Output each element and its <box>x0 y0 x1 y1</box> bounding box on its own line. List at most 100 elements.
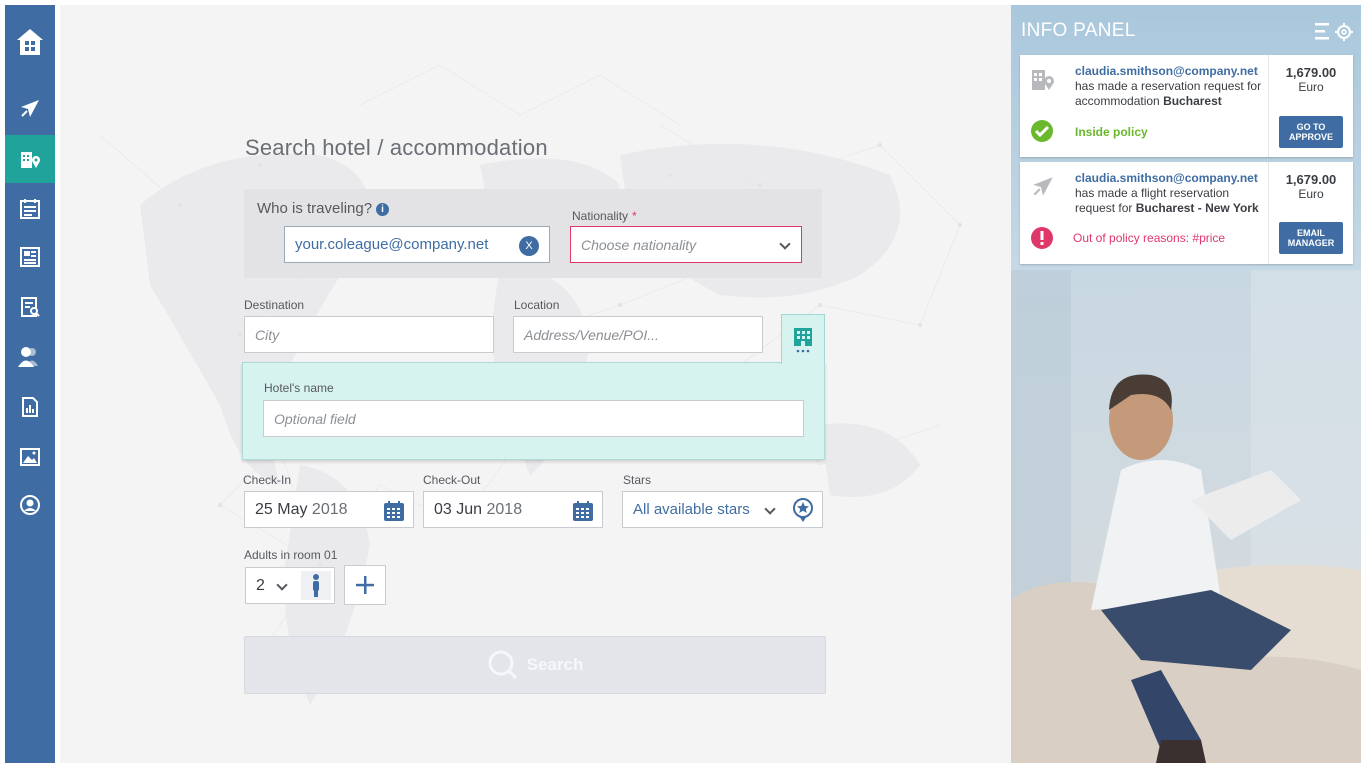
email-manager-button[interactable]: EMAIL MANAGER <box>1279 222 1343 254</box>
nav-calendar[interactable] <box>5 187 55 231</box>
home-icon <box>17 29 43 55</box>
stars-value: All available stars <box>633 501 750 518</box>
destination-label: Destination <box>244 298 305 312</box>
who-traveling-text: Who is traveling? <box>257 200 373 217</box>
clear-traveler-button[interactable]: X <box>519 236 539 256</box>
nav-analytics[interactable] <box>5 385 55 429</box>
checkout-date-value: 03 Jun 2018 <box>434 501 522 519</box>
calendar-list-icon <box>20 199 40 219</box>
nav-users[interactable] <box>5 335 55 379</box>
main-content: Search hotel / accommodation Who is trav… <box>60 5 1011 763</box>
chevron-down-icon <box>276 579 288 591</box>
search-button[interactable]: Search <box>244 636 826 694</box>
info-icon[interactable]: i <box>376 203 390 216</box>
plus-icon <box>356 576 374 594</box>
menu-settings-icon[interactable] <box>1313 20 1355 42</box>
nav-profile[interactable] <box>5 483 55 527</box>
nav-documents[interactable] <box>5 235 55 279</box>
request-destination: Bucharest <box>1163 94 1222 108</box>
calendar-icon[interactable] <box>383 500 405 522</box>
hotel-name-toggle-button[interactable] <box>781 314 825 364</box>
sidebar-nav <box>5 5 55 763</box>
checkin-date-input[interactable]: 25 May 2018 <box>244 491 414 528</box>
nationality-select[interactable]: Choose nationality <box>570 226 802 263</box>
nav-home[interactable] <box>5 20 55 64</box>
calendar-icon[interactable] <box>572 500 594 522</box>
checkin-daymonth: 25 May <box>255 500 308 518</box>
destination-placeholder: City <box>255 326 280 343</box>
destination-input[interactable]: City <box>244 316 494 353</box>
notification-card-flight: claudia.smithson@company.net has made a … <box>1020 162 1353 264</box>
chevron-down-icon <box>764 503 776 515</box>
checkin-date-value: 25 May 2018 <box>255 501 348 519</box>
exclamation-circle-icon <box>1031 227 1053 249</box>
requester-email[interactable]: claudia.smithson@company.net <box>1075 64 1258 78</box>
search-button-label: Search <box>526 655 584 674</box>
nav-hotels[interactable] <box>5 135 55 183</box>
request-destination: Bucharest - New York <box>1135 201 1259 215</box>
request-description: has made a flight reservation request fo… <box>1075 186 1270 216</box>
location-placeholder: Address/Venue/POI... <box>524 326 659 343</box>
checkout-date-input[interactable]: 03 Jun 2018 <box>423 491 603 528</box>
search-icon <box>488 650 517 680</box>
user-circle-icon <box>20 495 40 515</box>
info-panel-title: INFO PANEL <box>1021 20 1136 41</box>
checkout-daymonth: 03 Jun <box>434 500 483 518</box>
checkin-year: 2018 <box>311 500 348 518</box>
request-currency: Euro <box>1298 80 1324 94</box>
adults-select[interactable]: 2 <box>245 567 335 604</box>
add-room-button[interactable] <box>344 565 386 605</box>
policy-status: Out of policy reasons: #price <box>1073 231 1226 245</box>
checkout-label: Check-Out <box>423 473 481 487</box>
info-panel: INFO PANEL claudia.smithson@company.net … <box>1011 5 1361 763</box>
nationality-text: Nationality <box>572 209 629 223</box>
nav-reports[interactable] <box>5 285 55 329</box>
hotel-name-placeholder: Optional field <box>274 410 356 427</box>
policy-status: Inside policy <box>1075 125 1148 139</box>
location-label: Location <box>514 298 560 312</box>
hotel-name-panel: Hotel's name Optional field <box>242 362 825 460</box>
go-to-approve-button[interactable]: GO TO APPROVE <box>1279 116 1343 148</box>
nationality-placeholder: Choose nationality <box>581 236 697 253</box>
adults-label: Adults in room 01 <box>244 548 338 562</box>
chart-document-icon <box>22 397 38 417</box>
checkout-year: 2018 <box>486 500 523 518</box>
document-icon <box>20 247 40 267</box>
businessman-photo <box>1011 270 1361 763</box>
request-amount: 1,679.00 <box>1285 65 1337 80</box>
requester-email[interactable]: claudia.smithson@company.net <box>1075 171 1258 185</box>
hotel-name-label: Hotel's name <box>264 381 334 395</box>
traveler-email-input[interactable]: your.coleague@company.net X <box>284 226 550 263</box>
airplane-icon <box>1033 177 1053 196</box>
nav-gallery[interactable] <box>5 435 55 479</box>
users-icon <box>18 347 38 367</box>
location-input[interactable]: Address/Venue/POI... <box>513 316 763 353</box>
hotel-name-input[interactable]: Optional field <box>263 400 804 437</box>
check-circle-icon <box>1031 120 1053 142</box>
stars-label: Stars <box>623 473 652 487</box>
report-search-icon <box>21 297 40 317</box>
nationality-label: Nationality * <box>572 209 637 223</box>
page-title: Search hotel / accommodation <box>245 135 548 160</box>
checkin-label: Check-In <box>243 473 292 487</box>
traveler-section: Who is traveling? i your.coleague@company… <box>244 189 822 278</box>
chevron-down-icon <box>779 238 791 250</box>
notification-card-hotel: claudia.smithson@company.net has made a … <box>1020 55 1353 157</box>
hotel-location-icon <box>1032 70 1054 90</box>
airplane-icon <box>21 100 39 117</box>
stars-select[interactable]: All available stars <box>622 491 823 528</box>
request-currency: Euro <box>1298 187 1324 201</box>
person-icon <box>301 571 331 600</box>
adults-value: 2 <box>256 576 265 594</box>
image-icon <box>20 448 40 466</box>
building-icon <box>794 327 812 352</box>
request-amount: 1,679.00 <box>1285 172 1337 187</box>
who-traveling-label: Who is traveling? i <box>257 200 390 217</box>
request-description: has made a reservation request for accom… <box>1075 79 1270 109</box>
star-badge-icon <box>793 498 813 522</box>
required-marker: * <box>632 209 637 223</box>
traveler-email-value: your.coleague@company.net <box>295 236 489 253</box>
hotel-location-icon <box>21 152 40 168</box>
nav-flights[interactable] <box>5 87 55 131</box>
app-window: Search hotel / accommodation Who is trav… <box>0 0 1366 768</box>
